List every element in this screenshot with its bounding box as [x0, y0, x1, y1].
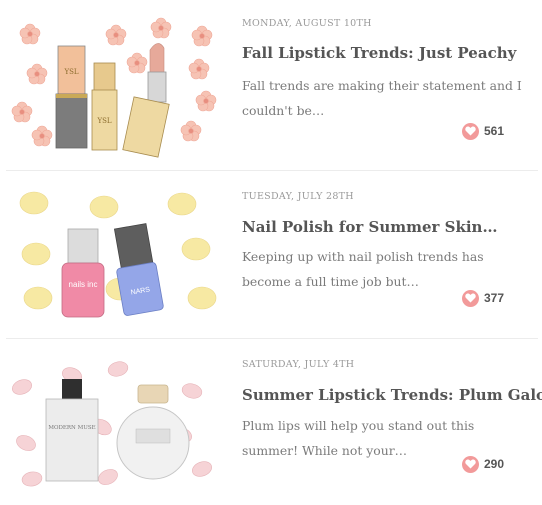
post-title-link[interactable]: Fall Lipstick Trends: Just Peachy	[242, 44, 538, 62]
blog-post-feed: YSL YSL MONDAY, AUGUST 10TH Fall Lipstic…	[0, 0, 542, 505]
post-card: nails inc NARS TUESDAY, JULY 28TH Nail P…	[6, 171, 538, 339]
nail-polish-thumbnail-image: nails inc NARS	[19, 191, 217, 318]
post-thumbnail[interactable]: MODERN MUSE	[6, 347, 232, 497]
like-count: 377	[484, 291, 505, 305]
post-card: MODERN MUSE SATURDAY, JULY 4TH Summer Li…	[6, 339, 542, 505]
post-card: YSL YSL MONDAY, AUGUST 10TH Fall Lipstic…	[6, 0, 538, 171]
svg-text:MODERN MUSE: MODERN MUSE	[48, 425, 95, 431]
lipstick-thumbnail-image: YSL YSL	[11, 17, 217, 158]
heart-icon	[462, 122, 479, 140]
heart-icon	[462, 455, 479, 473]
post-title-link[interactable]: Summer Lipstick Trends: Plum Galore	[242, 386, 542, 404]
svg-text:YSL: YSL	[96, 117, 111, 125]
svg-text:YSL: YSL	[63, 68, 78, 76]
post-excerpt: Fall trends are making their statement a…	[242, 78, 522, 118]
like-button[interactable]: 290	[462, 455, 504, 473]
post-title-link[interactable]: Nail Polish for Summer Skin…	[242, 218, 538, 236]
like-count: 561	[484, 124, 505, 138]
like-button[interactable]: 561	[462, 122, 504, 140]
like-count: 290	[484, 457, 505, 471]
post-excerpt: Keeping up with nail polish trends has b…	[242, 249, 484, 289]
post-thumbnail[interactable]: YSL YSL	[6, 8, 232, 158]
svg-text:nails inc: nails inc	[69, 280, 98, 289]
perfume-thumbnail-image: MODERN MUSE	[12, 361, 212, 487]
post-thumbnail[interactable]: nails inc NARS	[6, 179, 232, 329]
post-date: MONDAY, AUGUST 10TH	[242, 18, 372, 29]
like-button[interactable]: 377	[462, 289, 504, 307]
heart-icon	[462, 289, 479, 307]
post-date: TUESDAY, JULY 28TH	[242, 191, 354, 202]
post-date: SATURDAY, JULY 4TH	[242, 359, 355, 370]
